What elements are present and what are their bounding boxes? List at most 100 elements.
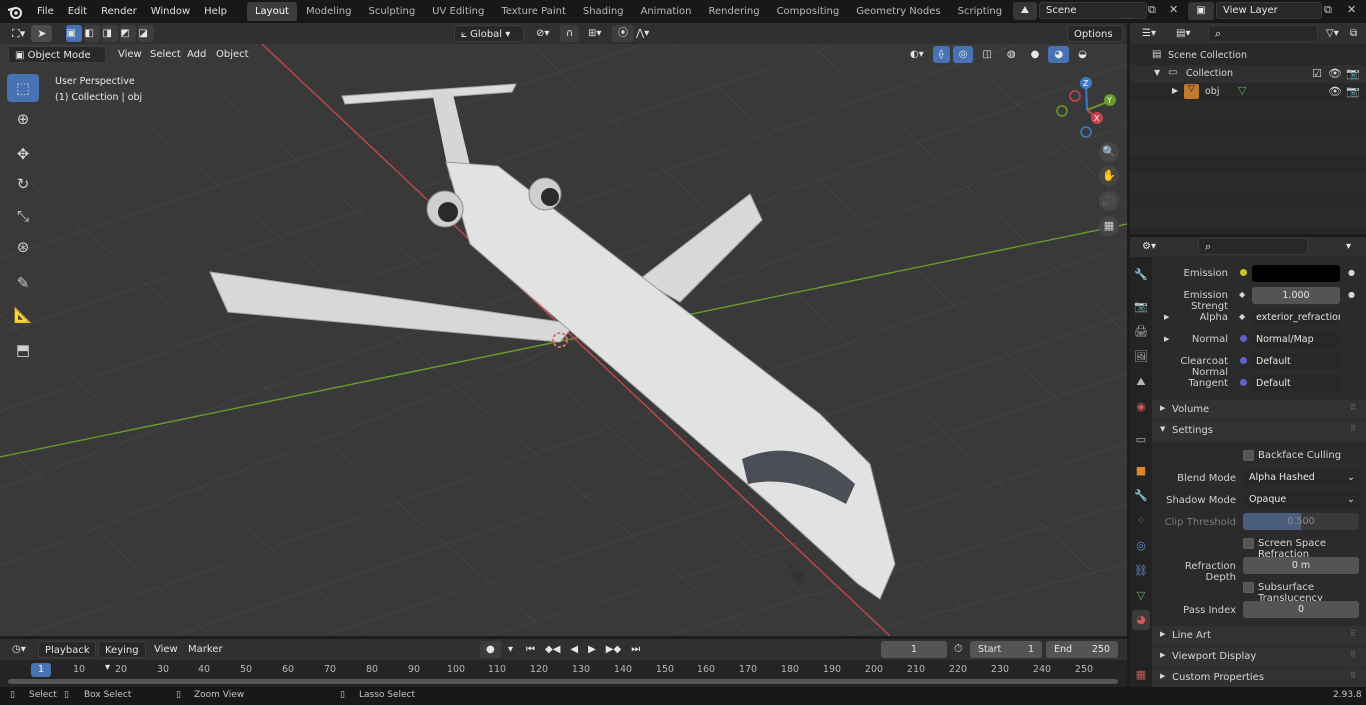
emission-keyframe-icon[interactable]: ● — [1348, 268, 1355, 277]
copy-layer-icon[interactable]: ⧉ — [1324, 3, 1332, 17]
options-dropdown[interactable]: Options ▾ — [1067, 25, 1123, 57]
jump-end-icon[interactable]: ⏭ — [627, 641, 644, 658]
add-cube-tool-icon[interactable]: ⬒ — [7, 336, 39, 364]
clearcoat-normal-field[interactable]: Default — [1252, 353, 1340, 370]
emission-color-field[interactable] — [1252, 265, 1340, 282]
3d-viewport[interactable]: User Perspective (1) Collection | obj ⬚ … — [0, 44, 1127, 636]
drag-handle-icon[interactable]: ⠿ — [1350, 629, 1356, 638]
tab-texture-paint[interactable]: Texture Paint — [493, 2, 574, 21]
camera-view-icon[interactable]: 🎥 — [1099, 191, 1119, 211]
scene-icon[interactable]: ⛰ — [1013, 2, 1037, 20]
display-mode-icon[interactable]: ▤▾ — [1170, 25, 1196, 42]
snap-icon[interactable]: ∩ — [560, 25, 580, 42]
custom-properties-panel-header[interactable]: ▶ Custom Properties ⠿ — [1152, 668, 1366, 687]
menu-help[interactable]: Help — [197, 0, 234, 23]
end-frame-field[interactable]: End 250 — [1046, 641, 1118, 658]
rendered-shading-icon[interactable]: ◒ — [1072, 46, 1093, 63]
menu-edit[interactable]: Edit — [61, 0, 94, 23]
viewport-menu-add[interactable]: Add — [181, 46, 212, 63]
editor-type-icon[interactable]: ⛶▾ — [6, 25, 31, 42]
viewport-display-panel-header[interactable]: ▶ Viewport Display ⠿ — [1152, 647, 1366, 667]
close-scene-icon[interactable]: ✕ — [1169, 3, 1183, 16]
pivot-icon[interactable]: ⊘▾ — [530, 25, 555, 42]
tool-tab-icon[interactable]: 🔧 — [1132, 265, 1150, 285]
output-tab-icon[interactable]: 🖨 — [1132, 322, 1150, 342]
select-extend-icon[interactable]: ◧ — [84, 25, 101, 42]
settings-panel-header[interactable]: ▼ Settings ⠿ — [1152, 421, 1366, 441]
tab-shading[interactable]: Shading — [575, 2, 632, 21]
mesh-data-icon[interactable]: ▽ — [1238, 84, 1246, 97]
tab-animation[interactable]: Animation — [633, 2, 700, 21]
select-tool-icon[interactable]: ➤ — [31, 25, 53, 42]
drag-handle-icon[interactable]: ⠿ — [1350, 671, 1356, 680]
tangent-field[interactable]: Default — [1252, 375, 1340, 392]
refraction-depth-field[interactable]: 0 m — [1243, 557, 1359, 574]
emission-strength-field[interactable]: 1.000 — [1252, 287, 1340, 304]
timeline-scrollbar[interactable] — [8, 679, 1118, 684]
modifier-tab-icon[interactable]: 🔧 — [1132, 486, 1150, 506]
drag-handle-icon[interactable]: ⠿ — [1350, 650, 1356, 659]
pan-hand-icon[interactable]: ✋ — [1099, 166, 1119, 186]
menu-file[interactable]: File — [30, 0, 61, 23]
visibility-icon[interactable]: ◐▾ — [904, 46, 930, 63]
timeline-menu-marker[interactable]: Marker — [182, 641, 229, 658]
play-reverse-icon[interactable]: ◀ — [566, 641, 582, 658]
stopwatch-icon[interactable]: ⏱ — [954, 642, 963, 656]
tab-rendering[interactable]: Rendering — [700, 2, 767, 21]
navigation-gizmo[interactable]: Z Y X — [1052, 74, 1122, 144]
overlay-icon[interactable]: ◎ — [952, 46, 974, 63]
select-new-icon[interactable]: ▣ — [66, 25, 83, 42]
ssr-checkbox[interactable] — [1243, 538, 1254, 549]
collection-tab-icon[interactable]: ▭ — [1132, 430, 1150, 450]
wireframe-shading-icon[interactable]: ◍ — [1001, 46, 1022, 63]
annotate-tool-icon[interactable]: ✎ — [7, 269, 39, 297]
menu-window[interactable]: Window — [144, 0, 197, 23]
obj-visibility-icon[interactable]: 👁 — [1328, 85, 1342, 98]
render-tab-icon[interactable]: 📷 — [1132, 297, 1150, 317]
pass-index-field[interactable]: 0 — [1243, 601, 1359, 618]
object-tab-icon[interactable]: ■ — [1132, 461, 1150, 481]
subsurface-checkbox[interactable] — [1243, 582, 1254, 593]
object-mode-dropdown[interactable]: ▣ Object Mode — [8, 46, 106, 63]
zoom-icon[interactable]: 🔍 — [1099, 142, 1119, 162]
tab-scripting[interactable]: Scripting — [950, 2, 1010, 21]
start-frame-field[interactable]: Start 1 — [970, 641, 1042, 658]
backface-culling-checkbox[interactable] — [1243, 450, 1254, 461]
filter-icon[interactable]: ▽▾ — [1320, 25, 1345, 42]
tab-sculpting[interactable]: Sculpting — [360, 2, 423, 21]
clip-threshold-slider[interactable]: 0.500 — [1243, 513, 1359, 530]
viewport-menu-object[interactable]: Object — [210, 46, 255, 63]
measure-tool-icon[interactable]: 📐 — [7, 301, 39, 329]
cursor-tool-icon[interactable]: ⊕ — [7, 105, 39, 133]
particles-tab-icon[interactable]: ⁘ — [1132, 511, 1150, 531]
obj-render-icon[interactable]: 📷 — [1346, 85, 1360, 98]
scene-field[interactable]: Scene — [1039, 2, 1147, 19]
scale-tool-icon[interactable]: ⤡ — [7, 202, 39, 230]
texture-tab-icon[interactable]: ▦ — [1132, 665, 1150, 685]
select-box-tool-icon[interactable]: ⬚ — [7, 74, 39, 102]
keyset-icon[interactable]: ▾ — [502, 641, 519, 658]
normal-link-field[interactable]: Normal/Map — [1252, 331, 1340, 348]
expand-collection-icon[interactable]: ▼ — [1154, 68, 1160, 77]
transform-orientation-dropdown[interactable]: ⟀ Global ▾ — [454, 25, 524, 42]
view-layer-field[interactable]: View Layer — [1216, 2, 1322, 19]
data-tab-icon[interactable]: ▽ — [1132, 586, 1150, 606]
transform-tool-icon[interactable]: ⊛ — [7, 233, 39, 261]
select-subtract-icon[interactable]: ◨ — [102, 25, 119, 42]
tab-modeling[interactable]: Modeling — [298, 2, 360, 21]
move-tool-icon[interactable]: ✥ — [7, 140, 39, 168]
properties-editor-icon[interactable]: ⚙▾ — [1136, 238, 1162, 255]
shadow-mode-dropdown[interactable]: Opaque ⌄ — [1243, 491, 1359, 508]
outliner-search-input[interactable]: ⌕ — [1208, 25, 1318, 42]
view-layer-icon[interactable]: ▣ — [1188, 2, 1214, 20]
xray-icon[interactable]: ◫ — [976, 46, 997, 63]
collection-checkbox[interactable]: ☑ — [1312, 67, 1322, 80]
scene-tab-icon[interactable]: ⛰ — [1132, 372, 1150, 392]
falloff-icon[interactable]: ⋀▾ — [630, 25, 655, 42]
rotate-tool-icon[interactable]: ↻ — [7, 170, 39, 198]
ortho-grid-icon[interactable]: ▦ — [1099, 216, 1119, 236]
play-icon[interactable]: ▶ — [584, 641, 600, 658]
outliner-editor-icon[interactable]: ☰▾ — [1136, 25, 1162, 42]
volume-panel-header[interactable]: ▶ Volume ⠿ — [1152, 400, 1366, 420]
playback-menu[interactable]: Playback ▾ — [38, 641, 96, 673]
